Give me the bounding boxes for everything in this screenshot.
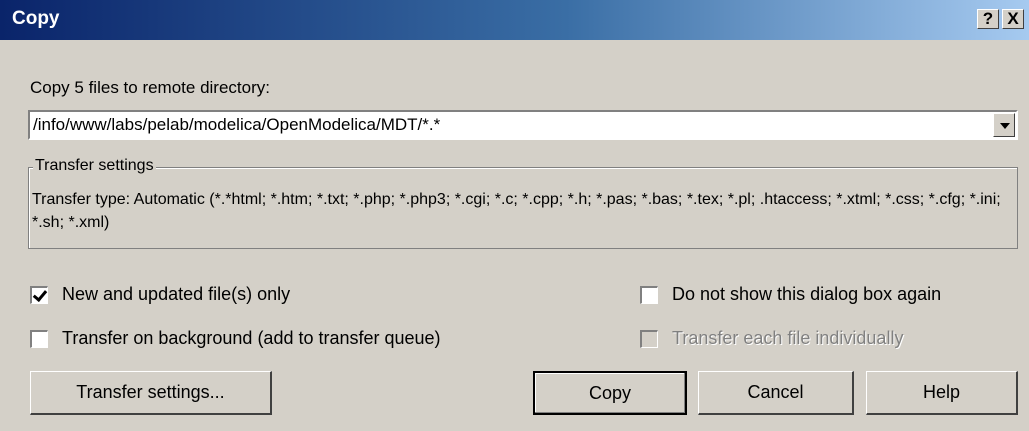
transfer-settings-group: Transfer settings Transfer type: Automat… <box>28 157 1018 249</box>
transfer-individually-label: Transfer each file individually <box>672 328 904 348</box>
close-button[interactable]: X <box>1002 9 1024 29</box>
help-button[interactable]: Help <box>866 371 1018 415</box>
dont-show-again-checkbox[interactable] <box>640 285 658 304</box>
transfer-background-label[interactable]: Transfer on background (add to transfer … <box>62 328 441 349</box>
remote-directory-combobox[interactable]: /info/www/labs/pelab/modelica/OpenModeli… <box>28 110 1018 140</box>
copy-button[interactable]: Copy <box>533 371 687 415</box>
help-title-button[interactable]: ? <box>977 9 999 29</box>
transfer-settings-group-label: Transfer settings <box>33 157 156 175</box>
transfer-background-checkbox[interactable] <box>30 329 48 348</box>
dont-show-again-label[interactable]: Do not show this dialog box again <box>672 284 941 305</box>
transfer-individually-option: Transfer each file individually <box>640 328 903 349</box>
copy-prompt-label: Copy 5 files to remote directory: <box>30 78 270 97</box>
remote-directory-value[interactable]: /info/www/labs/pelab/modelica/OpenModeli… <box>33 115 440 135</box>
dropdown-arrow-icon[interactable] <box>993 113 1015 137</box>
cancel-button[interactable]: Cancel <box>698 371 854 415</box>
transfer-background-option[interactable]: Transfer on background (add to transfer … <box>30 328 441 349</box>
new-updated-only-checkbox[interactable] <box>30 285 48 304</box>
dont-show-again-option[interactable]: Do not show this dialog box again <box>640 284 941 305</box>
transfer-individually-checkbox <box>640 329 658 348</box>
copy-dialog: Copy ? X Copy 5 files to remote director… <box>0 0 1029 431</box>
new-updated-only-label[interactable]: New and updated file(s) only <box>62 284 290 305</box>
new-updated-only-option[interactable]: New and updated file(s) only <box>30 284 290 305</box>
window-title: Copy <box>12 8 60 29</box>
transfer-type-text: Transfer type: Automatic (*.*html; *.htm… <box>32 191 1001 231</box>
title-bar: Copy ? X <box>0 0 1029 40</box>
transfer-settings-button[interactable]: Transfer settings... <box>30 371 272 415</box>
